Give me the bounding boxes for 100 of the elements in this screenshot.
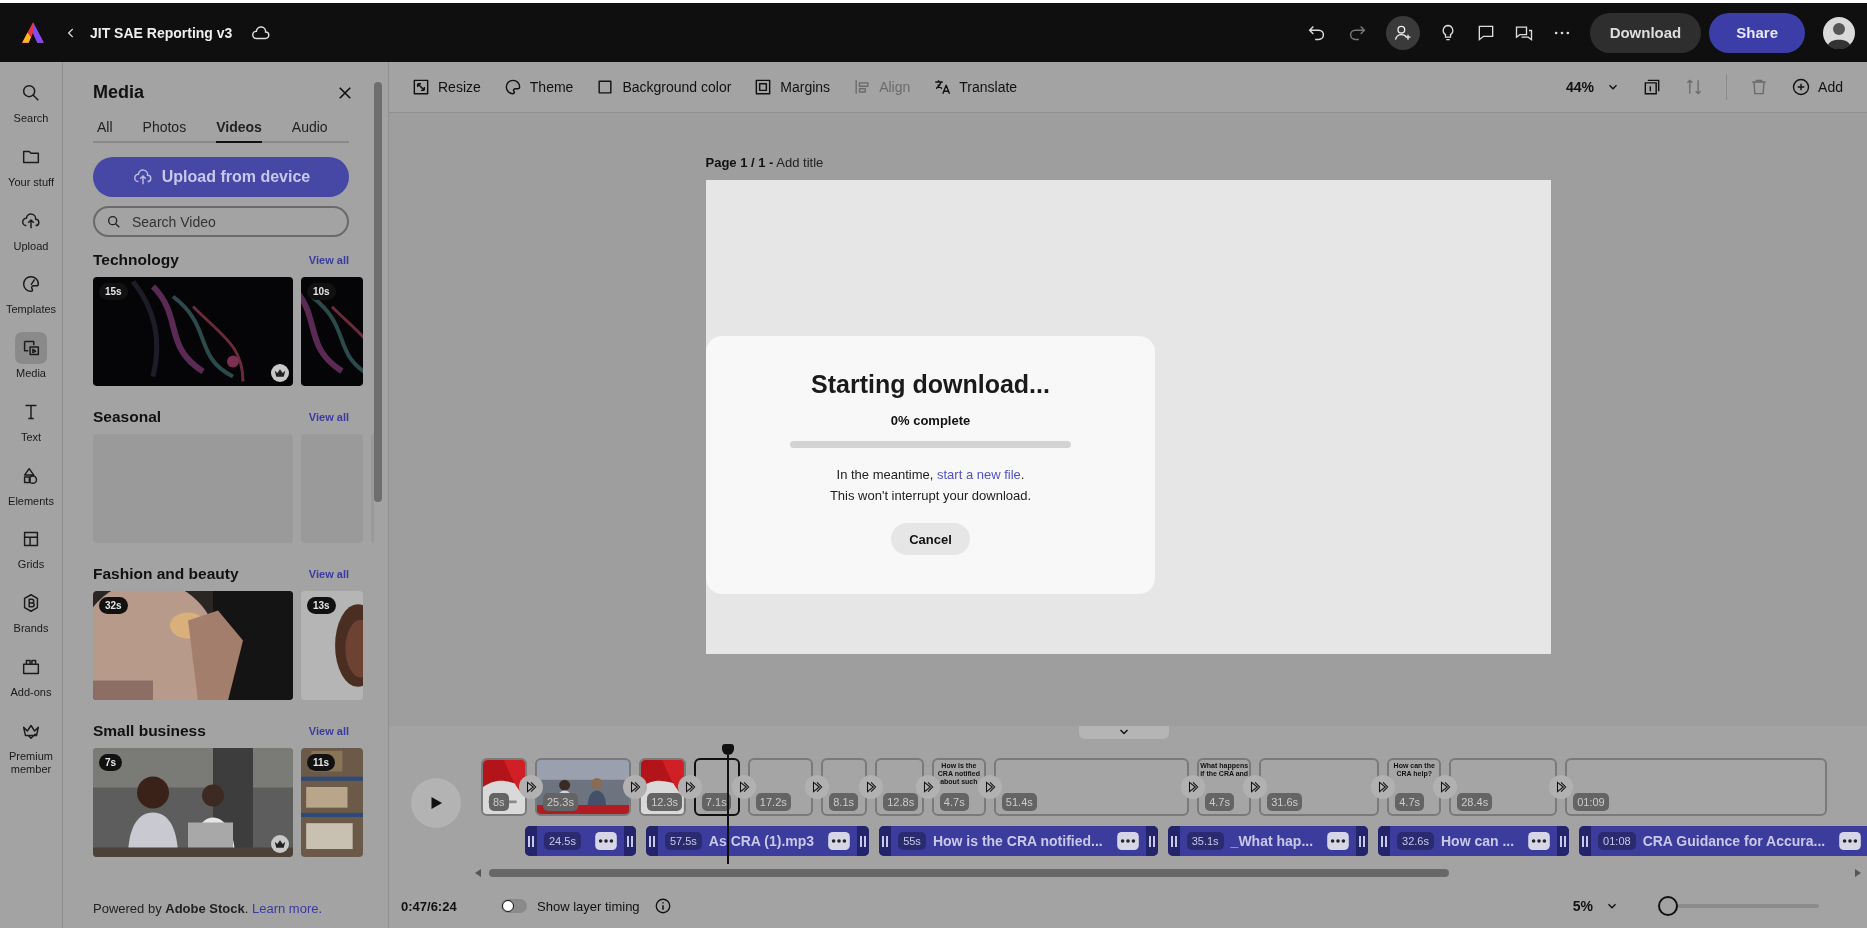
duration-badge: 01:08 <box>1598 832 1636 850</box>
audio-clip[interactable]: 57.5s As CRA (1).mp3 <box>645 826 870 856</box>
duration-badge: 32.6s <box>1397 832 1434 850</box>
document-title[interactable]: JIT SAE Reporting v3 <box>90 24 233 41</box>
page-label: Page 1 / 1 - <box>705 155 774 170</box>
duration-badge: 4.7s <box>1205 793 1234 811</box>
sidebar-item[interactable]: Text <box>3 392 59 448</box>
video-thumbnail[interactable]: 7s <box>93 748 293 857</box>
video-clip[interactable]: 12.3s <box>639 758 686 816</box>
duration-badge: 24.5s <box>544 832 581 850</box>
sidebar-item[interactable]: Brands <box>3 584 59 639</box>
section-title: Fashion and beauty <box>93 565 239 583</box>
upload-button[interactable]: Upload from device <box>93 157 349 197</box>
duration-badge: 12.3s <box>647 793 683 811</box>
progress-text: 0% complete <box>890 413 971 428</box>
video-clip[interactable]: 12.8s <box>875 758 924 816</box>
duration-badge: 13s <box>307 597 336 614</box>
media-tab[interactable]: Photos <box>142 115 187 143</box>
video-clip[interactable]: 25.3s <box>535 758 632 816</box>
audio-clip[interactable]: 01:08 CRA Guidance for Accura... <box>1579 826 1867 856</box>
add-page-button[interactable]: Add <box>1791 77 1843 97</box>
toolbar-button[interactable]: Theme <box>502 77 574 97</box>
audio-name: CRA Guidance for Accura... <box>1642 833 1826 849</box>
time-readout: 0:47/6:24 <box>401 898 458 914</box>
panel-title: Media <box>93 82 144 103</box>
timeline-zoom-dropdown[interactable]: 5% <box>1572 898 1619 914</box>
duration-badge: 51.4s <box>1001 793 1037 811</box>
duration-badge: 12.8s <box>883 793 919 811</box>
media-tab[interactable]: All <box>97 115 113 143</box>
video-clip[interactable]: 31.6s <box>1259 758 1380 816</box>
duration-badge: 7.1s <box>701 793 731 811</box>
audio-name: How is the CRA notified... <box>932 833 1103 849</box>
audio-name: _What hap... <box>1230 833 1314 849</box>
video-thumbnail[interactable]: 13s <box>301 591 363 700</box>
video-thumbnail[interactable]: 10s <box>301 277 363 386</box>
duration-badge: 10s <box>307 283 336 300</box>
download-button[interactable]: Download <box>1589 12 1702 53</box>
view-all-link[interactable]: View all <box>308 411 349 423</box>
duration-badge: 8.1s <box>829 793 858 811</box>
sidebar-item[interactable]: Elements <box>3 456 59 512</box>
duration-badge: 32s <box>99 597 128 614</box>
duration-badge: 15s <box>99 283 128 300</box>
sidebar-item[interactable]: Premium member <box>3 711 59 780</box>
audio-clip[interactable]: 35.1s _What hap... <box>1167 826 1369 856</box>
duration-badge: 55s <box>898 832 926 850</box>
audio-clip[interactable]: 24.5s <box>525 826 636 856</box>
video-thumbnail[interactable]: 32s <box>93 591 293 700</box>
video-clip[interactable]: 8s <box>481 758 527 816</box>
dialog-message: In the meantime, start a new file. <box>836 467 1025 482</box>
duration-badge: 4.7s <box>1395 793 1425 811</box>
audio-clip[interactable]: 55s How is the CRA notified... <box>879 826 1158 856</box>
learn-more-link[interactable]: Learn more. <box>252 901 323 916</box>
video-clip[interactable]: 01:09 <box>1565 758 1828 816</box>
duration-badge: 31.6s <box>1267 793 1303 811</box>
duration-badge: 17.2s <box>755 793 791 811</box>
toggle-label: Show layer timing <box>537 898 640 914</box>
video-thumbnail[interactable]: 15s <box>93 277 293 386</box>
duration-badge: 35.1s <box>1186 832 1224 850</box>
sidebar-item[interactable]: Your stuff <box>3 137 59 193</box>
duration-badge: 25.3s <box>543 793 578 811</box>
duration-badge: 8s <box>489 793 509 811</box>
video-clip[interactable]: 51.4s <box>993 758 1190 816</box>
sidebar-item[interactable]: Upload <box>3 201 59 257</box>
dialog-title: Starting download... <box>811 370 1050 399</box>
view-all-link[interactable]: View all <box>308 254 349 266</box>
video-thumbnail[interactable]: 11s <box>301 748 363 857</box>
sidebar-item[interactable]: Search <box>3 74 59 129</box>
toolbar-button[interactable]: Margins <box>753 77 831 97</box>
attribution-text: Powered by Adobe Stock. Learn more. <box>93 901 324 916</box>
new-file-link[interactable]: start a new file <box>937 467 1021 482</box>
section-title: Small business <box>93 722 206 740</box>
video-clip[interactable]: 17.2s <box>747 758 814 816</box>
toolbar-button[interactable]: Translate <box>932 77 1018 97</box>
audio-clip[interactable]: 32.6s How can ... <box>1378 826 1570 856</box>
media-tab[interactable]: Audio <box>291 115 328 143</box>
toolbar-button[interactable]: Background color <box>595 77 732 97</box>
dialog-note: This won't interrupt your download. <box>829 488 1032 503</box>
duration-badge: 28.4s <box>1457 793 1493 811</box>
search-field[interactable]: Search Video <box>93 206 349 237</box>
sidebar-item[interactable]: Templates <box>3 265 59 320</box>
duration-badge: 57.5s <box>664 832 702 850</box>
share-button[interactable]: Share <box>1709 12 1805 53</box>
view-all-link[interactable]: View all <box>308 568 349 580</box>
sidebar-item[interactable]: Add-ons <box>3 647 59 703</box>
sidebar-item[interactable]: Grids <box>3 520 59 575</box>
audio-name: How can ... <box>1441 833 1515 849</box>
video-clip[interactable]: 8.1s <box>821 758 868 816</box>
audio-name: As CRA (1).mp3 <box>708 833 815 849</box>
sidebar-item[interactable]: Media <box>3 329 59 384</box>
duration-badge: 4.7s <box>939 793 969 811</box>
media-tab[interactable]: Videos <box>216 115 262 143</box>
view-all-link[interactable]: View all <box>308 725 349 737</box>
add-title-link[interactable]: Add title <box>776 155 824 170</box>
section-title: Technology <box>93 251 179 269</box>
toolbar-button[interactable]: Resize <box>411 77 481 97</box>
video-clip[interactable]: 28.4s <box>1449 758 1558 816</box>
cancel-button[interactable]: Cancel <box>891 523 970 555</box>
zoom-dropdown[interactable]: 44% <box>1566 79 1621 95</box>
section-title: Seasonal <box>93 408 162 426</box>
duration-badge: 11s <box>307 754 336 771</box>
